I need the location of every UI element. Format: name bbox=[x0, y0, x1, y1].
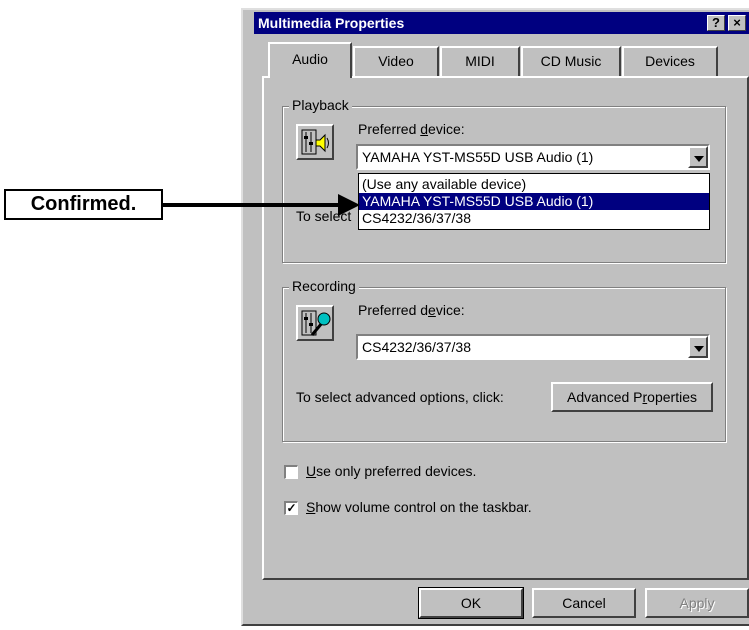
playback-group-label: Playback bbox=[289, 97, 352, 113]
tab-devices[interactable]: Devices bbox=[622, 46, 718, 76]
list-item[interactable]: CS4232/36/37/38 bbox=[359, 210, 709, 227]
playback-preferred-label: Preferred device: bbox=[358, 121, 465, 137]
list-item-selected[interactable]: YAMAHA YST-MS55D USB Audio (1) bbox=[359, 193, 709, 210]
playback-device-select[interactable]: YAMAHA YST-MS55D USB Audio (1) bbox=[356, 144, 710, 170]
callout-arrow-head bbox=[338, 194, 360, 216]
cancel-button[interactable]: Cancel bbox=[532, 588, 636, 618]
microphone-icon bbox=[296, 305, 334, 341]
chevron-down-icon bbox=[694, 156, 704, 162]
window-title: Multimedia Properties bbox=[258, 15, 405, 31]
recording-group-label: Recording bbox=[289, 278, 359, 294]
apply-button: Apply bbox=[645, 588, 749, 618]
tab-cd-music[interactable]: CD Music bbox=[521, 46, 621, 76]
use-only-preferred-checkbox[interactable] bbox=[284, 465, 298, 479]
advanced-properties-button[interactable]: Advanced Properties bbox=[551, 382, 713, 412]
chevron-down-icon bbox=[694, 346, 704, 352]
list-item[interactable]: (Use any available device) bbox=[359, 176, 709, 193]
playback-device-list[interactable]: (Use any available device) YAMAHA YST-MS… bbox=[358, 173, 710, 230]
use-only-preferred-label[interactable]: Use only preferred devices. bbox=[306, 463, 476, 479]
playback-device-value: YAMAHA YST-MS55D USB Audio (1) bbox=[362, 149, 594, 165]
recording-device-value: CS4232/36/37/38 bbox=[362, 339, 471, 355]
tab-midi[interactable]: MIDI bbox=[440, 46, 520, 76]
title-bar[interactable]: Multimedia Properties ? × bbox=[254, 12, 749, 34]
confirmed-callout: Confirmed. bbox=[4, 189, 163, 220]
check-mark-icon: ✓ bbox=[286, 501, 297, 515]
show-volume-label[interactable]: Show volume control on the taskbar. bbox=[306, 499, 532, 515]
recording-device-select[interactable]: CS4232/36/37/38 bbox=[356, 334, 710, 360]
close-button[interactable]: × bbox=[728, 15, 746, 31]
recording-dropdown-button[interactable] bbox=[688, 336, 708, 358]
help-button[interactable]: ? bbox=[707, 15, 725, 31]
recording-group bbox=[282, 287, 726, 442]
tab-audio[interactable]: Audio bbox=[268, 42, 352, 78]
show-volume-checkbox[interactable]: ✓ bbox=[284, 501, 298, 515]
ok-button[interactable]: OK bbox=[418, 587, 524, 619]
playback-dropdown-button[interactable] bbox=[688, 146, 708, 168]
speaker-icon bbox=[296, 124, 334, 160]
callout-arrow-line bbox=[163, 203, 343, 207]
tab-video[interactable]: Video bbox=[353, 46, 439, 76]
recording-preferred-label: Preferred device: bbox=[358, 302, 465, 318]
recording-advanced-text: To select advanced options, click: bbox=[296, 389, 504, 405]
